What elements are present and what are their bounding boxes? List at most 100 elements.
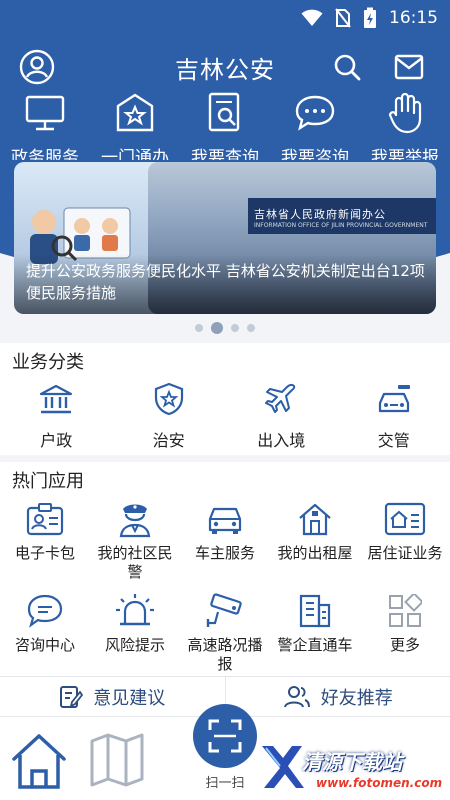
app-label: 高速路况播报 bbox=[187, 636, 263, 673]
carousel-dot[interactable] bbox=[195, 324, 203, 332]
battery-charging-icon bbox=[364, 7, 376, 28]
watermark-text: 清源下载站 bbox=[302, 750, 402, 774]
document-search-icon bbox=[208, 93, 240, 132]
watermark-url: www.fotomen.com bbox=[316, 776, 443, 790]
airplane-icon bbox=[265, 383, 296, 413]
search-button[interactable] bbox=[328, 48, 366, 86]
section-title: 热门应用 bbox=[12, 471, 84, 492]
building-star-icon bbox=[116, 93, 154, 132]
section-title: 业务分类 bbox=[12, 352, 84, 373]
service-item-onestop[interactable]: 一门通办 bbox=[90, 90, 180, 160]
raised-hand-icon bbox=[388, 93, 422, 134]
shield-star-icon bbox=[154, 382, 183, 416]
top-bar: 吉林公安 bbox=[0, 44, 450, 90]
app-card-risk-alert[interactable]: 风险提示 bbox=[90, 590, 180, 682]
app-card-highway-traffic[interactable]: 高速路况播报 bbox=[180, 590, 270, 682]
id-card-icon bbox=[26, 503, 64, 536]
category-churujing[interactable]: 出入境 bbox=[226, 379, 336, 451]
recommend-label: 好友推荐 bbox=[320, 687, 393, 709]
service-label: 政务服务 bbox=[11, 147, 79, 160]
app-label: 更多 bbox=[389, 636, 420, 654]
banner-caption: 提升公安政务服务便民化水平 吉林省公安机关制定出台12项便民服务措施 bbox=[26, 262, 425, 302]
bank-icon bbox=[40, 384, 73, 414]
watermark: 清源下载站 www.fotomen.com bbox=[258, 742, 442, 794]
message-button[interactable] bbox=[390, 48, 428, 86]
monitor-icon bbox=[25, 96, 65, 131]
status-time: 16:15 bbox=[389, 8, 438, 28]
office-building-icon bbox=[299, 594, 331, 628]
scan-label: 扫一扫 bbox=[205, 776, 245, 791]
residence-card-icon bbox=[384, 502, 426, 536]
alarm-light-icon bbox=[116, 594, 154, 626]
scan-button[interactable] bbox=[193, 704, 257, 768]
profile-button[interactable] bbox=[18, 48, 56, 86]
app-label: 咨询中心 bbox=[14, 636, 75, 654]
app-label: 电子卡包 bbox=[14, 544, 75, 562]
app-card-rental-house[interactable]: 我的出租屋 bbox=[270, 498, 360, 590]
carousel-dot[interactable] bbox=[231, 324, 239, 332]
tab-map[interactable] bbox=[88, 731, 146, 793]
app-card-wallet[interactable]: 电子卡包 bbox=[0, 498, 90, 590]
service-item-query[interactable]: 我要查询 bbox=[180, 90, 270, 160]
category-section: 业务分类 户政 治安 出入境 交管 bbox=[0, 343, 450, 455]
police-officer-icon bbox=[119, 504, 151, 538]
app-card-car-owner[interactable]: 车主服务 bbox=[180, 498, 270, 590]
category-label: 出入境 bbox=[257, 431, 306, 450]
car-icon bbox=[378, 385, 410, 413]
app-label: 我的社区民警 bbox=[97, 544, 173, 581]
app-label: 我的出租屋 bbox=[277, 544, 353, 562]
mail-icon bbox=[394, 54, 424, 80]
app-title: 吉林公安 bbox=[175, 55, 275, 84]
no-sim-icon bbox=[335, 8, 351, 28]
search-icon bbox=[334, 54, 361, 81]
chat-bubble-icon bbox=[295, 96, 335, 131]
app-label: 警企直通车 bbox=[277, 636, 353, 654]
camera-icon bbox=[206, 593, 242, 627]
category-label: 交管 bbox=[377, 431, 410, 450]
suggestion-button[interactable]: 意见建议 bbox=[0, 677, 225, 716]
service-label: 我要咨询 bbox=[281, 147, 349, 160]
service-item-report[interactable]: 我要举报 bbox=[360, 90, 450, 160]
app-card-residence-permit[interactable]: 居住证业务 bbox=[360, 498, 450, 590]
car-front-icon bbox=[208, 507, 242, 534]
backdrop-sign: 吉林省人民政府新闻办公 INFORMATION OFFICE OF JILIN … bbox=[248, 198, 436, 234]
category-label: 治安 bbox=[152, 431, 185, 450]
recommend-friend-button[interactable]: 好友推荐 bbox=[224, 677, 450, 716]
service-item-gov[interactable]: 政务服务 bbox=[0, 90, 90, 160]
users-icon bbox=[283, 685, 310, 707]
backdrop-subtitle: INFORMATION OFFICE OF JILIN PROVINCIAL G… bbox=[254, 222, 428, 229]
service-label: 一门通办 bbox=[101, 147, 169, 160]
hot-apps-section: 热门应用 电子卡包 我的社区民警 车主服务 我的出租屋 居住证业务 咨询中心 风… bbox=[0, 462, 450, 676]
app-card-police-enterprise[interactable]: 警企直通车 bbox=[270, 590, 360, 682]
service-item-consult[interactable]: 我要咨询 bbox=[270, 90, 360, 160]
status-bar: 16:15 bbox=[0, 0, 450, 36]
category-huzheng[interactable]: 户政 bbox=[1, 379, 111, 451]
map-icon bbox=[90, 733, 144, 787]
edit-note-icon bbox=[60, 685, 84, 708]
tab-home[interactable] bbox=[10, 731, 68, 795]
app-card-consult-center[interactable]: 咨询中心 bbox=[0, 590, 90, 682]
app-label: 风险提示 bbox=[104, 636, 165, 654]
service-shortcuts: 政务服务 一门通办 我要查询 我要咨询 我要举报 bbox=[0, 90, 450, 160]
category-jiaoguan[interactable]: 交管 bbox=[339, 379, 449, 451]
service-label: 我要举报 bbox=[371, 147, 439, 160]
app-card-more[interactable]: 更多 bbox=[360, 590, 450, 682]
carousel-indicators bbox=[0, 322, 450, 334]
category-zhian[interactable]: 治安 bbox=[114, 379, 224, 451]
category-label: 户政 bbox=[40, 431, 73, 450]
carousel-dot[interactable] bbox=[247, 324, 255, 332]
watermark-logo-icon bbox=[262, 746, 304, 788]
wifi-icon bbox=[301, 9, 323, 26]
more-grid-icon bbox=[389, 594, 422, 627]
carousel-dot-active[interactable] bbox=[211, 322, 223, 334]
scan-icon bbox=[208, 719, 242, 753]
news-banner[interactable]: 吉林省人民政府新闻办公 INFORMATION OFFICE OF JILIN … bbox=[14, 162, 436, 314]
house-icon bbox=[299, 503, 331, 536]
app-label: 居住证业务 bbox=[367, 544, 443, 562]
app-card-community-police[interactable]: 我的社区民警 bbox=[90, 498, 180, 590]
user-avatar-icon bbox=[19, 49, 55, 85]
suggestion-label: 意见建议 bbox=[93, 687, 166, 709]
service-label: 我要查询 bbox=[191, 147, 259, 160]
home-icon bbox=[12, 734, 66, 789]
consult-chat-icon bbox=[27, 594, 63, 628]
